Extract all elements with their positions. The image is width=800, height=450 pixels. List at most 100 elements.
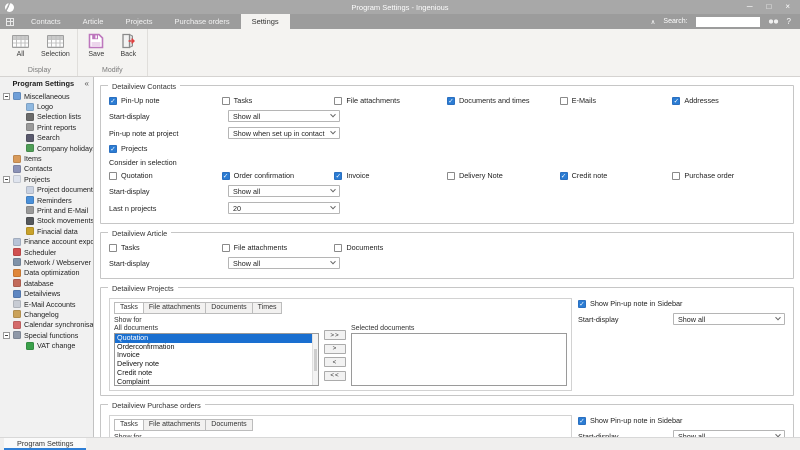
sidebar-item-print-reports[interactable]: Print reports (0, 122, 93, 132)
sidebar-item-scheduler[interactable]: Scheduler (0, 247, 93, 257)
checkbox-unchecked-icon[interactable] (109, 172, 117, 180)
tab-tasks[interactable]: Tasks (114, 302, 144, 314)
sidebar-item-finacial-data[interactable]: Finacial data (0, 226, 93, 236)
checkbox-unchecked-icon[interactable] (334, 97, 342, 105)
sidebar-item-project-documents[interactable]: Project documents (0, 185, 93, 195)
documents-checkbox[interactable]: Documents (334, 243, 447, 252)
ribbon-tab-contacts[interactable]: Contacts (20, 14, 72, 29)
checkbox-unchecked-icon[interactable] (672, 172, 680, 180)
start-display-select[interactable]: Show all (228, 185, 340, 197)
checkbox-unchecked-icon[interactable] (334, 244, 342, 252)
sidebar-item-detailviews[interactable]: Detailviews (0, 288, 93, 298)
start-display-select[interactable]: Show all (673, 430, 785, 437)
selection-button[interactable]: Selection (39, 31, 72, 66)
tab-times[interactable]: Times (252, 302, 283, 314)
expander-icon[interactable] (3, 176, 10, 183)
maximize-button[interactable]: □ (766, 0, 771, 14)
documents-and-times-checkbox[interactable]: ✓Documents and times (447, 96, 560, 105)
start-display-select[interactable]: Show all (228, 257, 340, 269)
back-button[interactable]: Back (115, 31, 142, 66)
tab-documents[interactable]: Documents (205, 419, 252, 431)
sidebar-item-data-optimization[interactable]: Data optimization (0, 268, 93, 278)
sidebar-item-selection-lists[interactable]: Selection lists (0, 112, 93, 122)
open-document-tab[interactable]: Program Settings (4, 438, 86, 450)
checkbox-unchecked-icon[interactable] (560, 97, 568, 105)
sidebar-item-logo[interactable]: Logo (0, 101, 93, 111)
ribbon-tab-article[interactable]: Article (72, 14, 115, 29)
sidebar-item-projects[interactable]: Projects (0, 174, 93, 184)
checkbox-checked-icon[interactable]: ✓ (578, 417, 586, 425)
checkbox-checked-icon[interactable]: ✓ (672, 97, 680, 105)
sidebar-item-database[interactable]: database (0, 278, 93, 288)
sidebar-item-special-functions[interactable]: Special functions (0, 330, 93, 340)
checkbox-checked-icon[interactable]: ✓ (109, 97, 117, 105)
file-attachments-checkbox[interactable]: File attachments (334, 96, 447, 105)
sidebar-item-contacts[interactable]: Contacts (0, 164, 93, 174)
transfer-button-1[interactable]: > (324, 344, 346, 354)
tasks-checkbox[interactable]: Tasks (222, 96, 335, 105)
checkbox-unchecked-icon[interactable] (222, 97, 230, 105)
sidebar-item-print-and-e-mail[interactable]: Print and E-Mail (0, 205, 93, 215)
e-mails-checkbox[interactable]: E-Mails (560, 96, 673, 105)
expander-icon[interactable] (3, 93, 10, 100)
listbox[interactable]: QuotationOrderconfirmationInvoiceDeliver… (114, 333, 319, 386)
order-confirmation-checkbox[interactable]: ✓Order confirmation (222, 171, 335, 180)
transfer-button-3[interactable]: << (324, 371, 346, 381)
scrollbar[interactable] (312, 334, 318, 385)
show-pin-up-note-in-sidebar-checkbox[interactable]: ✓Show Pin-up note in Sidebar (578, 299, 785, 308)
listbox[interactable] (351, 333, 567, 386)
last-n-projects-select[interactable]: 20 (228, 202, 340, 214)
checkbox-unchecked-icon[interactable] (109, 244, 117, 252)
tab-documents[interactable]: Documents (205, 302, 252, 314)
search-input[interactable] (696, 17, 760, 27)
sidebar-item-vat-change[interactable]: VAT change (0, 340, 93, 350)
minimize-button[interactable]: ─ (747, 0, 753, 14)
sidebar-item-e-mail-accounts[interactable]: E-Mail Accounts (0, 299, 93, 309)
tab-tasks[interactable]: Tasks (114, 419, 144, 431)
help-button[interactable]: ? (787, 17, 791, 26)
list-item-complaint[interactable]: Complaint (115, 378, 318, 386)
file-attachments-checkbox[interactable]: File attachments (222, 243, 335, 252)
sidebar-item-network-webserver[interactable]: Network / Webserver (0, 257, 93, 267)
credit-note-checkbox[interactable]: ✓Credit note (560, 171, 673, 180)
start-display-select[interactable]: Show all (673, 313, 785, 325)
sidebar-collapse-button[interactable]: « (85, 79, 89, 88)
checkbox-checked-icon[interactable]: ✓ (334, 172, 342, 180)
pin-up-note-at-project-select[interactable]: Show when set up in contact (228, 127, 340, 139)
quotation-checkbox[interactable]: Quotation (109, 171, 222, 180)
start-display-select[interactable]: Show all (228, 110, 340, 122)
list-item-orderconfirmation[interactable]: Orderconfirmation (115, 343, 318, 352)
sidebar-item-changelog[interactable]: Changelog (0, 309, 93, 319)
transfer-button-0[interactable]: >> (324, 330, 346, 340)
binoculars-icon[interactable] (768, 18, 779, 25)
tab-file-attachments[interactable]: File attachments (143, 302, 206, 314)
transfer-button-2[interactable]: < (324, 357, 346, 367)
checkbox-checked-icon[interactable]: ✓ (222, 172, 230, 180)
scrollbar-thumb[interactable] (314, 349, 317, 370)
all-button[interactable]: All (7, 31, 34, 66)
checkbox-checked-icon[interactable]: ✓ (560, 172, 568, 180)
expander-icon[interactable] (3, 332, 10, 339)
tasks-checkbox[interactable]: Tasks (109, 243, 222, 252)
save-button[interactable]: Save (83, 31, 110, 66)
show-pin-up-note-in-sidebar-checkbox[interactable]: ✓Show Pin-up note in Sidebar (578, 416, 785, 425)
checkbox-unchecked-icon[interactable] (222, 244, 230, 252)
checkbox-checked-icon[interactable]: ✓ (109, 145, 117, 153)
checkbox-checked-icon[interactable]: ✓ (447, 97, 455, 105)
sidebar-item-items[interactable]: Items (0, 153, 93, 163)
purchase-order-checkbox[interactable]: Purchase order (672, 171, 785, 180)
addresses-checkbox[interactable]: ✓Addresses (672, 96, 785, 105)
sidebar-item-miscellaneous[interactable]: Miscellaneous (0, 91, 93, 101)
sidebar-item-calendar-synchronisation[interactable]: Calendar synchronisation (0, 320, 93, 330)
ribbon-tab-projects[interactable]: Projects (114, 14, 163, 29)
projects-checkbox[interactable]: ✓Projects (109, 144, 222, 153)
pin-up-note-checkbox[interactable]: ✓Pin-Up note (109, 96, 222, 105)
sidebar-item-company-holidays[interactable]: Company holidays (0, 143, 93, 153)
sidebar-item-finance-account-export[interactable]: Finance account export (0, 236, 93, 246)
tab-file-attachments[interactable]: File attachments (143, 419, 206, 431)
invoice-checkbox[interactable]: ✓Invoice (334, 171, 447, 180)
checkbox-checked-icon[interactable]: ✓ (578, 300, 586, 308)
sidebar-item-reminders[interactable]: Reminders (0, 195, 93, 205)
delivery-note-checkbox[interactable]: Delivery Note (447, 171, 560, 180)
ribbon-tab-settings[interactable]: Settings (241, 14, 290, 29)
